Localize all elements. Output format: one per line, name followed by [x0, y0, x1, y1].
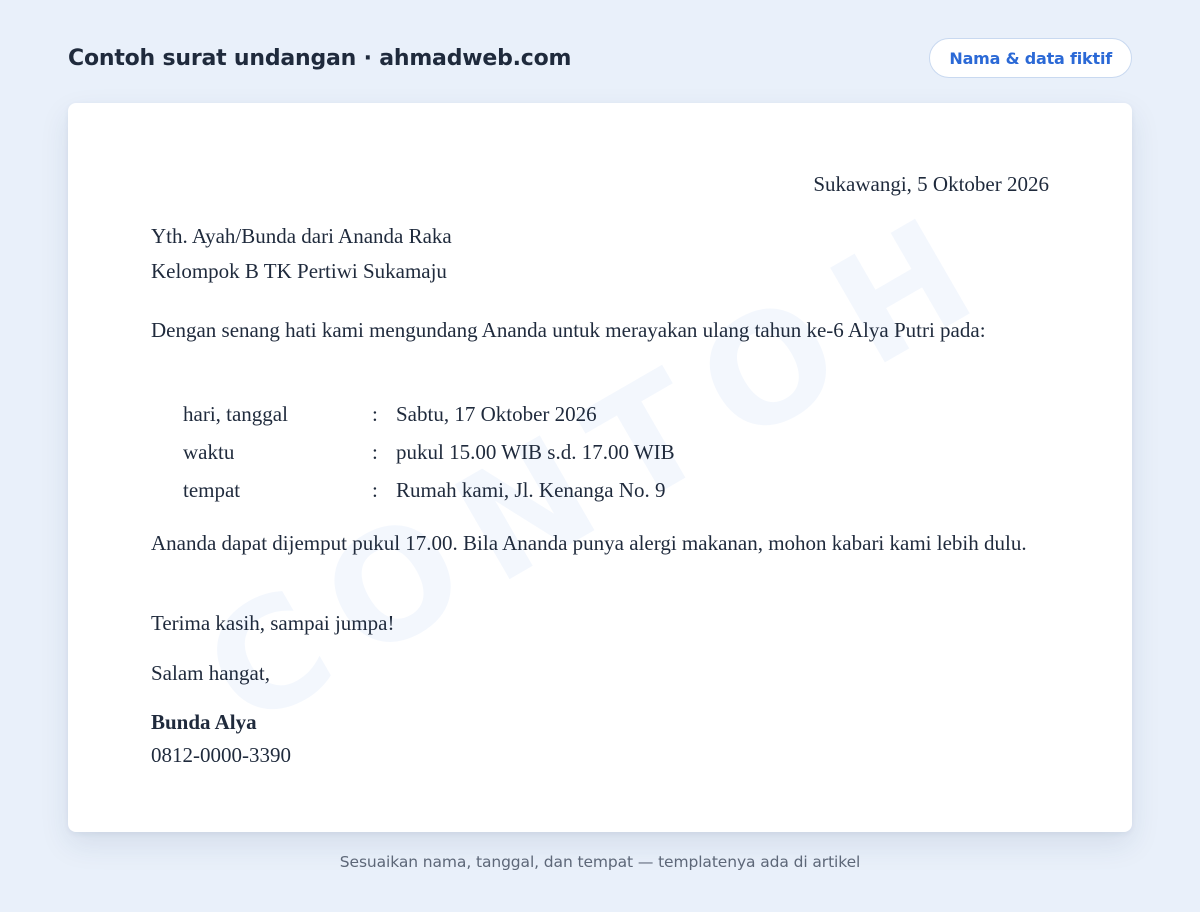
letter-card: CONTOH Sukawangi, 5 Oktober 2026 Yth. Ay… [68, 103, 1132, 832]
recipient-line-2: Kelompok B TK Pertiwi Sukamaju [151, 259, 447, 283]
opening-paragraph: Dengan senang hati kami mengundang Anand… [151, 318, 986, 342]
event-details: hari, tanggal : Sabtu, 17 Oktober 2026 w… [183, 399, 883, 513]
detail-value: Rumah kami, Jl. Kenanga No. 9 [396, 478, 666, 502]
footer-note: Sesuaikan nama, tanggal, dan tempat — te… [339, 853, 861, 871]
detail-separator: : [372, 478, 378, 502]
detail-row-date: hari, tanggal : Sabtu, 17 Oktober 2026 [183, 399, 883, 437]
thanks-line: Terima kasih, sampai jumpa! [151, 611, 395, 635]
pickup-paragraph: Ananda dapat dijemput pukul 17.00. Bila … [151, 531, 1027, 555]
fictional-data-badge: Nama & data fiktif [929, 38, 1132, 78]
detail-separator: : [372, 402, 378, 426]
page-title: Contoh surat undangan · ahmadweb.com [68, 45, 572, 71]
detail-row-place: tempat : Rumah kami, Jl. Kenanga No. 9 [183, 475, 883, 513]
sender-name: Bunda Alya [151, 710, 257, 734]
page-header: Contoh surat undangan · ahmadweb.com Nam… [68, 38, 1132, 78]
sender-phone: 0812-0000-3390 [151, 743, 291, 767]
detail-label: tempat [183, 478, 241, 502]
closing-greeting: Salam hangat, [151, 661, 270, 685]
detail-separator: : [372, 440, 378, 464]
detail-value: Sabtu, 17 Oktober 2026 [396, 402, 597, 426]
detail-value: pukul 15.00 WIB s.d. 17.00 WIB [396, 440, 675, 464]
recipient-line-1: Yth. Ayah/Bunda dari Ananda Raka [151, 224, 452, 248]
detail-label: hari, tanggal [183, 402, 288, 426]
detail-label: waktu [183, 440, 235, 464]
place-date: Sukawangi, 5 Oktober 2026 [813, 172, 1049, 196]
detail-row-time: waktu : pukul 15.00 WIB s.d. 17.00 WIB [183, 437, 883, 475]
